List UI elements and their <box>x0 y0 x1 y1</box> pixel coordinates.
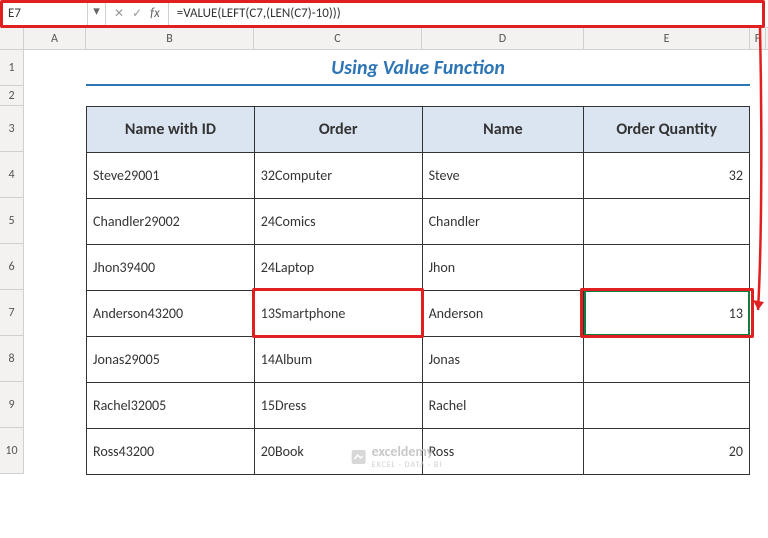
row-header-1[interactable]: 1 <box>0 50 24 86</box>
cell-b7[interactable]: Anderson43200 <box>87 291 255 337</box>
row-header-9[interactable]: 9 <box>0 382 24 428</box>
data-table: Name with ID Order Name Order Quantity S… <box>86 106 750 475</box>
table-row: Jonas29005 14Album Jonas <box>87 337 750 383</box>
cell-e7[interactable]: 13 <box>584 291 750 337</box>
formula-bar-highlight <box>0 0 765 28</box>
cell-c4[interactable]: 32Computer <box>254 153 422 199</box>
cell-d5[interactable]: Chandler <box>422 199 584 245</box>
row-header-10[interactable]: 10 <box>0 428 24 474</box>
cell-d9[interactable]: Rachel <box>422 383 584 429</box>
cell-c7[interactable]: 13Smartphone <box>254 291 422 337</box>
cell-b10[interactable]: Ross43200 <box>87 429 255 475</box>
row-header-8[interactable]: 8 <box>0 336 24 382</box>
cell-c5[interactable]: 24Comics <box>254 199 422 245</box>
row-header-2[interactable]: 2 <box>0 86 24 106</box>
col-header-B[interactable]: B <box>86 28 254 49</box>
sheet-title: Using Value Function <box>86 56 750 86</box>
col-header-C[interactable]: C <box>254 28 422 49</box>
cell-e5[interactable] <box>584 199 750 245</box>
header-order[interactable]: Order <box>254 107 422 153</box>
column-headers: A B C D E F <box>0 28 768 50</box>
row-header-6[interactable]: 6 <box>0 244 24 290</box>
col-header-E[interactable]: E <box>584 28 750 49</box>
cell-e4[interactable]: 32 <box>584 153 750 199</box>
row-header-3[interactable]: 3 <box>0 106 24 152</box>
header-name[interactable]: Name <box>422 107 584 153</box>
cell-d7[interactable]: Anderson <box>422 291 584 337</box>
table-row: Anderson43200 13Smartphone Anderson 13 <box>87 291 750 337</box>
cell-b4[interactable]: Steve29001 <box>87 153 255 199</box>
table-header-row: Name with ID Order Name Order Quantity <box>87 107 750 153</box>
table-row: Chandler29002 24Comics Chandler <box>87 199 750 245</box>
table-row: Rachel32005 15Dress Rachel <box>87 383 750 429</box>
cell-b6[interactable]: Jhon39400 <box>87 245 255 291</box>
cell-b5[interactable]: Chandler29002 <box>87 199 255 245</box>
cells-area[interactable]: Using Value Function Name with ID Order … <box>24 50 768 474</box>
cell-e9[interactable] <box>584 383 750 429</box>
cell-e10[interactable]: 20 <box>584 429 750 475</box>
row-header-5[interactable]: 5 <box>0 198 24 244</box>
table-row: Steve29001 32Computer Steve 32 <box>87 153 750 199</box>
cell-c6[interactable]: 24Laptop <box>254 245 422 291</box>
select-all-corner[interactable] <box>0 28 24 49</box>
row-header-4[interactable]: 4 <box>0 152 24 198</box>
cell-b8[interactable]: Jonas29005 <box>87 337 255 383</box>
watermark-icon <box>350 448 368 466</box>
header-name-with-id[interactable]: Name with ID <box>87 107 255 153</box>
col-header-F[interactable]: F <box>750 28 766 49</box>
watermark-sub: EXCEL · DATA · BI <box>372 460 443 470</box>
cell-d4[interactable]: Steve <box>422 153 584 199</box>
cell-e6[interactable] <box>584 245 750 291</box>
cell-e8[interactable] <box>584 337 750 383</box>
cell-b9[interactable]: Rachel32005 <box>87 383 255 429</box>
col-header-A[interactable]: A <box>24 28 86 49</box>
cell-d10[interactable]: Ross <box>422 429 584 475</box>
watermark-text: exceldemy <box>372 443 443 460</box>
table-row: Jhon39400 24Laptop Jhon <box>87 245 750 291</box>
cell-c9[interactable]: 15Dress <box>254 383 422 429</box>
watermark: exceldemy EXCEL · DATA · BI <box>350 443 443 470</box>
row-headers: 1 2 3 4 5 6 7 8 9 10 <box>0 50 24 474</box>
row-header-7[interactable]: 7 <box>0 290 24 336</box>
col-header-D[interactable]: D <box>422 28 584 49</box>
cell-d8[interactable]: Jonas <box>422 337 584 383</box>
header-order-quantity[interactable]: Order Quantity <box>584 107 750 153</box>
cell-d6[interactable]: Jhon <box>422 245 584 291</box>
cell-c8[interactable]: 14Album <box>254 337 422 383</box>
